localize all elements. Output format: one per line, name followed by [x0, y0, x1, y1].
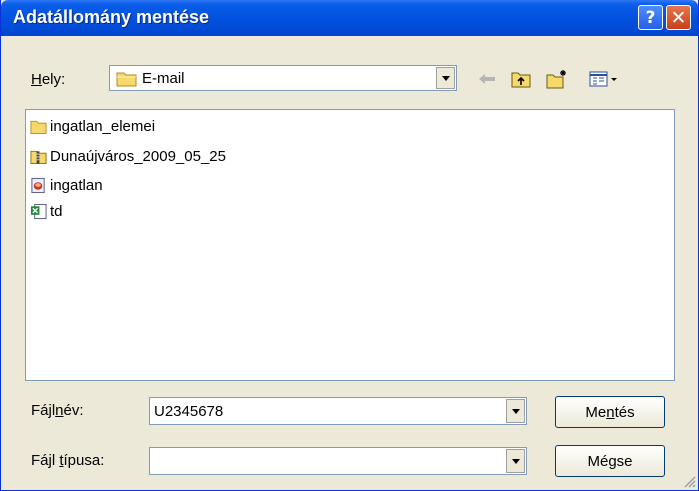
file-name: Dunaújváros_2009_05_25 — [50, 147, 226, 165]
cancel-button[interactable]: Mégse — [555, 445, 665, 477]
file-list[interactable]: ingatlan_elemei Dunaújváros_2009_05_25 i… — [25, 109, 675, 381]
view-menu-icon — [589, 71, 617, 87]
excel-file-icon — [30, 203, 47, 219]
save-dialog: Adatállomány mentése ? ✕ Hely: E-mail in… — [0, 0, 699, 491]
list-item[interactable]: ingatlan_elemei — [30, 115, 155, 137]
filename-field[interactable]: U2345678 — [149, 397, 527, 425]
up-folder-icon — [511, 72, 531, 88]
database-file-icon — [31, 177, 45, 193]
back-button[interactable] — [475, 68, 499, 90]
zip-folder-icon — [30, 150, 47, 164]
help-button[interactable]: ? — [638, 5, 663, 30]
new-folder-icon — [546, 70, 566, 89]
folder-icon — [116, 72, 137, 87]
list-item[interactable]: Dunaújváros_2009_05_25 — [30, 145, 226, 167]
location-value: E-mail — [142, 70, 185, 87]
resize-grip-icon[interactable] — [682, 474, 696, 488]
filetype-dropdown[interactable] — [149, 447, 527, 475]
filename-label: Fájlnév: — [31, 402, 84, 419]
file-name: ingatlan_elemei — [50, 117, 156, 135]
view-menu-button[interactable] — [585, 68, 623, 90]
new-folder-button[interactable] — [545, 68, 569, 90]
filename-dropdown-button[interactable] — [506, 399, 525, 423]
title-bar[interactable]: Adatállomány mentése ? ✕ — [1, 0, 698, 36]
chevron-down-icon — [441, 75, 450, 81]
list-item[interactable]: ingatlan — [30, 174, 103, 196]
folder-icon — [30, 120, 47, 134]
up-folder-button[interactable] — [509, 68, 533, 90]
file-name: td — [50, 202, 63, 220]
chevron-down-icon — [511, 408, 520, 414]
location-dropdown[interactable]: E-mail — [109, 65, 457, 91]
chevron-down-icon — [511, 458, 520, 464]
file-name: ingatlan — [50, 176, 103, 194]
filetype-label: Fájl típusa: — [31, 452, 105, 469]
location-dropdown-button[interactable] — [436, 67, 455, 89]
location-label: Hely: — [31, 71, 66, 88]
dialog-title: Adatállomány mentése — [13, 7, 210, 27]
save-button[interactable]: Me n tés — [555, 396, 665, 428]
filename-value[interactable]: U2345678 — [154, 403, 223, 420]
back-arrow-icon — [479, 74, 495, 84]
close-button[interactable]: ✕ — [666, 5, 691, 30]
list-item[interactable]: td — [30, 200, 63, 222]
filetype-dropdown-button[interactable] — [506, 449, 525, 473]
